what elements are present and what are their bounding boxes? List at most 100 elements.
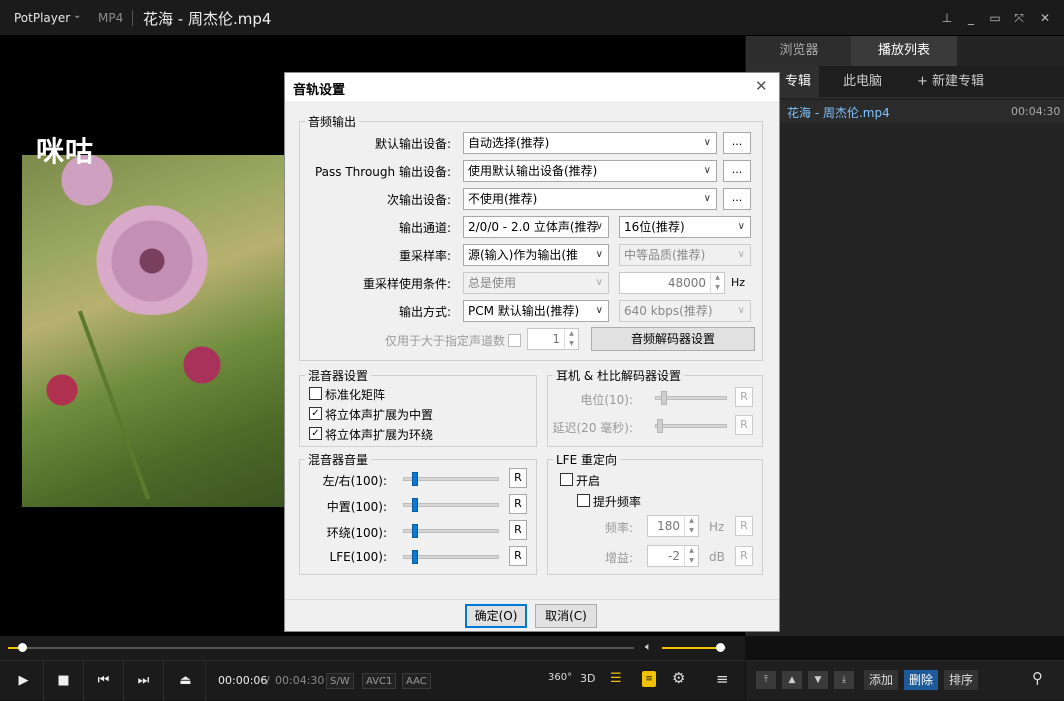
fullscreen-icon[interactable]: ⤧ bbox=[1010, 9, 1028, 27]
chevron-down-icon[interactable]: ⌄ bbox=[73, 10, 81, 21]
stereo-to-center-checkbox[interactable]: ✓ bbox=[309, 407, 322, 420]
delay-slider[interactable] bbox=[655, 424, 727, 428]
output-channel-select[interactable]: 2/0/0 - 2.0 立体声(推荐 ∨ bbox=[463, 216, 609, 238]
audio-decoder-settings-button[interactable]: 音频解码器设置 bbox=[591, 327, 755, 351]
subtitle-icon[interactable]: ≡ bbox=[642, 671, 656, 687]
secondary-device-more-button[interactable]: ... bbox=[723, 188, 751, 210]
level-reset-button[interactable]: R bbox=[735, 387, 753, 407]
vr-360-icon[interactable]: 360° bbox=[548, 672, 572, 683]
eject-icon[interactable]: ⏏ bbox=[166, 661, 206, 701]
stereo-to-surround-checkbox[interactable]: ✓ bbox=[309, 427, 322, 440]
playlist-item-duration: 00:04:30 bbox=[1011, 105, 1061, 118]
window-title: 花海 - 周杰伦.mp4 bbox=[143, 10, 272, 28]
audio-codec-tag[interactable]: AAC bbox=[402, 673, 431, 689]
volume-center-reset-button[interactable]: R bbox=[509, 494, 527, 514]
bitrate-select[interactable]: 640 kbps(推荐) ∨ bbox=[619, 300, 751, 322]
frequency-spinner[interactable]: 180 ▲ ▼ bbox=[647, 515, 699, 537]
normalize-matrix-checkbox[interactable] bbox=[309, 387, 322, 400]
next-icon[interactable]: ⏭ bbox=[124, 661, 164, 701]
move-down-icon[interactable]: ▼ bbox=[808, 671, 828, 689]
audio-settings-dialog: 音轨设置 ✕ 音频输出 默认输出设备: 自动选择(推荐) ∨ ... Pass T… bbox=[284, 72, 780, 632]
subtab-this-pc[interactable]: 此电脑 bbox=[843, 66, 882, 98]
chevron-down-icon: ∨ bbox=[595, 221, 603, 232]
playlist-search-icon[interactable]: ☰ bbox=[610, 671, 622, 686]
ok-button[interactable]: 确定(O) bbox=[465, 604, 527, 628]
minimize-icon[interactable]: _ bbox=[962, 9, 980, 27]
progress-handle[interactable] bbox=[17, 643, 27, 652]
volume-icon[interactable]: 🔈︎ bbox=[645, 640, 652, 654]
resample-quality-select[interactable]: 中等品质(推荐) ∨ bbox=[619, 244, 751, 266]
gain-spinner[interactable]: -2 ▲ ▼ bbox=[647, 545, 699, 567]
stop-icon[interactable]: ■ bbox=[44, 661, 84, 701]
delay-slider-handle[interactable] bbox=[657, 419, 663, 433]
volume-lfe-label: LFE(100): bbox=[329, 550, 387, 564]
volume-surround-reset-button[interactable]: R bbox=[509, 520, 527, 540]
previous-icon[interactable]: ⏮ bbox=[84, 661, 124, 701]
move-top-icon[interactable]: ⤒ bbox=[756, 671, 776, 689]
gain-reset-button[interactable]: R bbox=[735, 546, 753, 566]
progress-track[interactable] bbox=[8, 647, 634, 649]
delay-reset-button[interactable]: R bbox=[735, 415, 753, 435]
output-mode-select[interactable]: PCM 默认输出(推荐) ∨ bbox=[463, 300, 609, 322]
menu-icon[interactable]: ≡ bbox=[716, 670, 729, 688]
volume-surround-label: 环绕(100): bbox=[326, 526, 387, 540]
title-bar: PotPlayer ⌄ MP4 花海 - 周杰伦.mp4 ⊥ _ ▭ ⤧ ✕ bbox=[0, 0, 1064, 36]
dialog-title: 音轨设置 bbox=[293, 83, 346, 98]
title-divider bbox=[132, 10, 133, 26]
lfe-enable-label: 开启 bbox=[576, 474, 601, 488]
app-menu-button[interactable]: PotPlayer bbox=[14, 11, 70, 25]
volume-lfe-handle[interactable] bbox=[411, 550, 418, 564]
move-bottom-icon[interactable]: ⤓ bbox=[834, 671, 854, 689]
settings-gear-icon[interactable]: ⚙ bbox=[672, 669, 685, 687]
sample-rate-spinner[interactable]: 48000 ▲ ▼ bbox=[619, 272, 725, 294]
volume-center-handle[interactable] bbox=[411, 498, 418, 512]
move-up-icon[interactable]: ▲ bbox=[782, 671, 802, 689]
play-icon[interactable]: ▶ bbox=[4, 661, 44, 701]
playlist-item[interactable]: 花海 - 周杰伦.mp4 00:04:30 bbox=[747, 100, 1064, 122]
level-label: 电位(10): bbox=[580, 393, 633, 407]
audio-output-group bbox=[299, 121, 763, 361]
restore-icon[interactable]: ▭ bbox=[986, 9, 1004, 27]
add-button[interactable]: 添加 bbox=[864, 670, 899, 690]
3d-icon[interactable]: 3D bbox=[580, 672, 595, 685]
channel-count-checkbox[interactable] bbox=[508, 334, 521, 347]
boost-frequency-label: 提升频率 bbox=[593, 495, 642, 509]
secondary-device-select[interactable]: 不使用(推荐) ∨ bbox=[463, 188, 717, 210]
close-icon[interactable]: ✕ bbox=[1036, 9, 1054, 27]
boost-frequency-checkbox[interactable] bbox=[577, 494, 590, 507]
tab-browser[interactable]: 浏览器 bbox=[747, 36, 851, 66]
gain-unit: dB bbox=[709, 550, 725, 564]
cancel-button[interactable]: 取消(C) bbox=[535, 604, 597, 628]
passthrough-more-button[interactable]: ... bbox=[723, 160, 751, 182]
level-slider-handle[interactable] bbox=[661, 391, 667, 405]
current-time: 00:00:06 bbox=[218, 674, 268, 687]
volume-lr-reset-button[interactable]: R bbox=[509, 468, 527, 488]
volume-fill bbox=[662, 647, 720, 649]
output-mode-label: 输出方式: bbox=[398, 305, 451, 319]
resample-condition-label: 重采样使用条件: bbox=[362, 277, 451, 291]
bit-depth-select[interactable]: 16位(推荐) ∨ bbox=[619, 216, 751, 238]
chevron-down-icon: ∨ bbox=[703, 137, 711, 148]
video-codec-tag[interactable]: AVC1 bbox=[362, 673, 397, 689]
frequency-reset-button[interactable]: R bbox=[735, 516, 753, 536]
volume-surround-handle[interactable] bbox=[411, 524, 418, 538]
volume-handle[interactable] bbox=[715, 643, 725, 652]
subtab-new-album[interactable]: + 新建专辑 bbox=[917, 66, 984, 98]
resample-rate-select[interactable]: 源(输入)作为输出(推 ∨ bbox=[463, 244, 609, 266]
default-device-more-button[interactable]: ... bbox=[723, 132, 751, 154]
search-icon[interactable]: ⚲ bbox=[1032, 669, 1043, 687]
passthrough-select[interactable]: 使用默认输出设备(推荐) ∨ bbox=[463, 160, 717, 182]
headphone-group bbox=[547, 375, 763, 447]
volume-lfe-reset-button[interactable]: R bbox=[509, 546, 527, 566]
close-icon[interactable]: ✕ bbox=[755, 77, 768, 95]
decoder-tag[interactable]: S/W bbox=[326, 673, 354, 689]
default-device-select[interactable]: 自动选择(推荐) ∨ bbox=[463, 132, 717, 154]
pin-icon[interactable]: ⊥ bbox=[938, 9, 956, 27]
resample-condition-select[interactable]: 总是使用 ∨ bbox=[463, 272, 609, 294]
volume-lr-handle[interactable] bbox=[411, 472, 418, 486]
channel-count-spinner[interactable]: 1 ▲ ▼ bbox=[527, 328, 579, 350]
sort-button[interactable]: 排序 bbox=[944, 670, 979, 690]
lfe-enable-checkbox[interactable] bbox=[560, 473, 573, 486]
tab-playlist[interactable]: 播放列表 bbox=[851, 36, 957, 66]
delete-button[interactable]: 删除 bbox=[904, 670, 939, 690]
